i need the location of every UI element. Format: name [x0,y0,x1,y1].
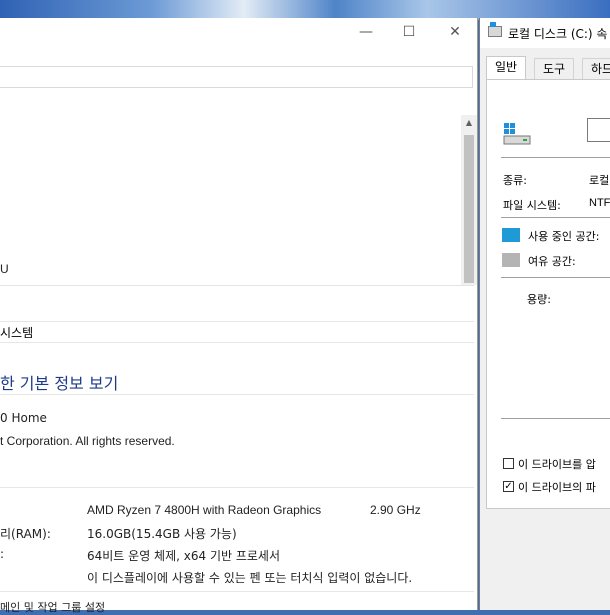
scroll-up-icon[interactable]: ▲ [461,115,477,131]
drive-icon [488,22,502,37]
compress-drive-checkbox[interactable] [503,458,514,469]
divider [501,277,610,278]
general-tab-panel: 종류: 로컬 파일 시스템: NTFS 사용 중인 공간: 여유 공간: 용량:… [486,79,610,509]
upper-pane: U [0,95,474,286]
divider [0,591,474,592]
capacity-label: 용량: [527,293,551,306]
free-space-swatch [502,253,520,267]
scrollbar-thumb[interactable] [464,135,474,283]
free-space-label: 여유 공간: [528,255,576,268]
used-space-swatch [502,228,520,242]
system-window: — ☐ ✕ U ▲ 시스템 한 기본 정보 보기 0 Home t Corpor… [0,18,478,614]
used-space-label: 사용 중인 공간: [528,230,600,243]
copyright-text: t Corporation. All rights reserved. [0,434,175,448]
breadcrumb[interactable]: 시스템 [0,321,474,343]
page-title: 한 기본 정보 보기 [0,374,119,393]
pen-touch-value: 이 디스플레이에 사용할 수 있는 펜 또는 터치식 입력이 없습니다. [87,571,413,585]
breadcrumb-system[interactable]: 시스템 [0,324,33,341]
maximize-button[interactable]: ☐ [398,22,420,42]
processor-speed: 2.90 GHz [370,503,421,517]
processor-value: AMD Ryzen 7 4800H with Radeon Graphics [87,503,322,517]
drive-name-input[interactable] [588,119,610,139]
ram-label: 리(RAM): [0,527,51,541]
divider [501,418,610,419]
file-system-label: 파일 시스템: [503,199,561,212]
drive-name-field[interactable] [587,118,610,142]
tab-strip: 일반 도구 하드 [486,56,610,81]
type-value: 로컬 [589,174,610,187]
system-type-label: : [0,547,5,561]
domain-settings-heading: 메인 및 작업 그룹 설정 [0,601,106,614]
ram-value: 16.0GB(15.4GB 사용 가능) [87,527,237,541]
divider [501,217,610,218]
upper-pane-text: U [0,262,9,276]
dialog-titlebar: 로컬 디스크 (C:) 속 [480,18,610,48]
vertical-scrollbar[interactable]: ▲ [461,115,477,285]
drive-properties-dialog: 로컬 디스크 (C:) 속 일반 도구 하드 종류: 로컬 파일 시스템: NT… [479,18,610,610]
tab-tools[interactable]: 도구 [534,58,575,80]
minimize-button[interactable]: — [355,22,377,42]
index-drive-checkbox[interactable]: ✓ [503,481,514,492]
type-label: 종류: [503,174,527,187]
system-window-titlebar: — ☐ ✕ [0,18,477,48]
file-system-value: NTFS [589,197,610,209]
hard-drive-icon [503,123,531,145]
divider [0,487,474,488]
address-bar[interactable] [0,66,473,88]
desktop-background [0,0,610,20]
tab-hardware[interactable]: 하드 [582,58,610,80]
divider [501,157,610,158]
windows-edition: 0 Home [0,411,47,425]
tab-general[interactable]: 일반 [486,56,527,81]
system-type-value: 64비트 운영 체제, x64 기반 프로세서 [87,549,281,563]
compress-drive-label[interactable]: 이 드라이브를 압 [518,456,596,472]
index-drive-label[interactable]: 이 드라이브의 파 [518,479,596,495]
dialog-title: 로컬 디스크 (C:) 속 [508,27,608,41]
close-button[interactable]: ✕ [444,22,466,42]
divider [0,394,474,395]
